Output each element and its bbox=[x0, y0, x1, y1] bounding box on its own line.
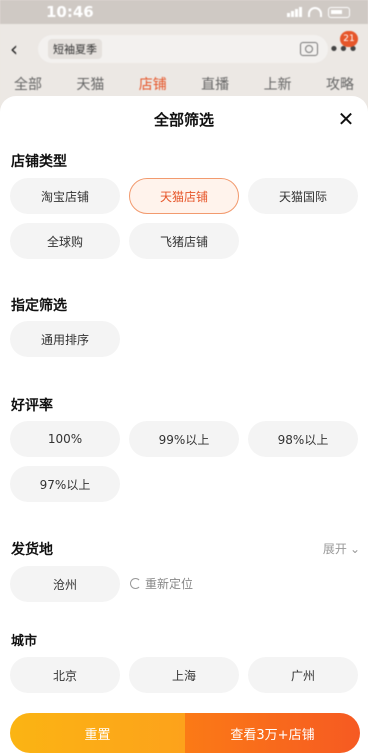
filter-sheet: 全部筛选 ✕ 店铺类型 淘宝店铺 天猫店铺 天猫国际 全球购 飞猪店铺 指定筛选… bbox=[0, 96, 368, 754]
section-title-rating: 好评率 bbox=[11, 398, 53, 414]
tab-live[interactable]: 直播 bbox=[201, 74, 229, 98]
chip-rating-98[interactable]: 98%以上 bbox=[248, 421, 358, 457]
signal-icon bbox=[287, 7, 302, 17]
chip-label: 沧州 bbox=[52, 577, 77, 592]
chip-rating-100[interactable]: 100% bbox=[10, 421, 120, 457]
chip-taobao-store[interactable]: 淘宝店铺 bbox=[10, 178, 120, 214]
tab-stores[interactable]: 店铺 bbox=[139, 74, 167, 98]
chip-label: 全球购 bbox=[46, 234, 83, 249]
status-time: 10:46 bbox=[46, 3, 94, 21]
chip-label: 淘宝店铺 bbox=[40, 189, 89, 204]
section-title-store-type: 店铺类型 bbox=[11, 154, 67, 170]
chip-label: 广州 bbox=[290, 668, 315, 683]
relocate-button[interactable]: 重新定位 bbox=[130, 575, 193, 592]
search-bar: ‹ 短袖夏季 ••• 21 bbox=[0, 30, 368, 68]
chevron-down-icon: ⌄ bbox=[349, 541, 360, 556]
sheet-title: 全部筛选 bbox=[153, 110, 214, 129]
notification-badge: 21 bbox=[340, 31, 358, 47]
tab-tmall[interactable]: 天猫 bbox=[76, 74, 104, 98]
chip-label: 98%以上 bbox=[277, 432, 329, 447]
app-root: 10:46 ‹ 短袖夏季 ••• 21 全部 天猫 店铺 直播 上新 攻略 全部… bbox=[0, 0, 368, 754]
footer-actions: 重置 查看3万+店铺 bbox=[10, 713, 360, 753]
section-title-ship-from: 发货地 bbox=[11, 542, 53, 558]
expand-label: 展开 bbox=[322, 542, 347, 556]
chip-label: 100% bbox=[47, 432, 83, 446]
chip-rating-99[interactable]: 99%以上 bbox=[129, 421, 239, 457]
chip-city-guangzhou[interactable]: 广州 bbox=[248, 657, 358, 693]
sheet-header: 全部筛选 ✕ bbox=[0, 96, 368, 142]
chip-label: 99%以上 bbox=[158, 432, 210, 447]
chip-ship-from-current[interactable]: 沧州 bbox=[10, 566, 120, 602]
chip-city-beijing[interactable]: 北京 bbox=[10, 657, 120, 693]
tab-guides[interactable]: 攻略 bbox=[326, 74, 354, 98]
chip-label: 通用排序 bbox=[40, 332, 89, 347]
chip-global-buy[interactable]: 全球购 bbox=[10, 223, 120, 259]
chip-rating-97[interactable]: 97%以上 bbox=[10, 466, 120, 502]
status-icons bbox=[287, 6, 350, 18]
tab-new[interactable]: 上新 bbox=[264, 74, 292, 98]
chip-tmall-store[interactable]: 天猫店铺 bbox=[129, 178, 239, 214]
chip-tmall-global[interactable]: 天猫国际 bbox=[248, 178, 358, 214]
section-title-city: 城市 bbox=[11, 634, 38, 649]
back-icon[interactable]: ‹ bbox=[10, 37, 38, 61]
relocate-label: 重新定位 bbox=[145, 577, 194, 591]
chip-label: 天猫店铺 bbox=[159, 189, 208, 204]
search-query-tag[interactable]: 短袖夏季 bbox=[48, 39, 102, 59]
chip-general-sort[interactable]: 通用排序 bbox=[10, 321, 120, 357]
status-bar: 10:46 bbox=[0, 0, 368, 24]
wifi-icon bbox=[308, 7, 322, 17]
section-title-designated: 指定筛选 bbox=[11, 298, 67, 314]
view-results-button[interactable]: 查看3万+店铺 bbox=[185, 713, 360, 753]
chip-label: 北京 bbox=[52, 668, 77, 683]
chip-label: 97%以上 bbox=[39, 477, 91, 492]
tab-all[interactable]: 全部 bbox=[14, 74, 42, 98]
chip-label: 上海 bbox=[171, 668, 196, 683]
search-input[interactable]: 短袖夏季 bbox=[38, 35, 328, 63]
chip-label: 天猫国际 bbox=[278, 189, 327, 204]
reset-button[interactable]: 重置 bbox=[10, 713, 185, 753]
chip-city-shanghai[interactable]: 上海 bbox=[129, 657, 239, 693]
battery-icon bbox=[328, 6, 350, 18]
result-tabs: 全部 天猫 店铺 直播 上新 攻略 bbox=[0, 74, 368, 98]
chip-label: 飞猪店铺 bbox=[159, 234, 208, 249]
chip-fliggy-store[interactable]: 飞猪店铺 bbox=[129, 223, 239, 259]
expand-button[interactable]: 展开 ⌄ bbox=[323, 540, 360, 557]
more-menu-button[interactable]: ••• 21 bbox=[328, 31, 358, 63]
camera-icon[interactable] bbox=[300, 42, 318, 56]
refresh-icon bbox=[130, 578, 141, 589]
close-icon[interactable]: ✕ bbox=[334, 107, 358, 131]
